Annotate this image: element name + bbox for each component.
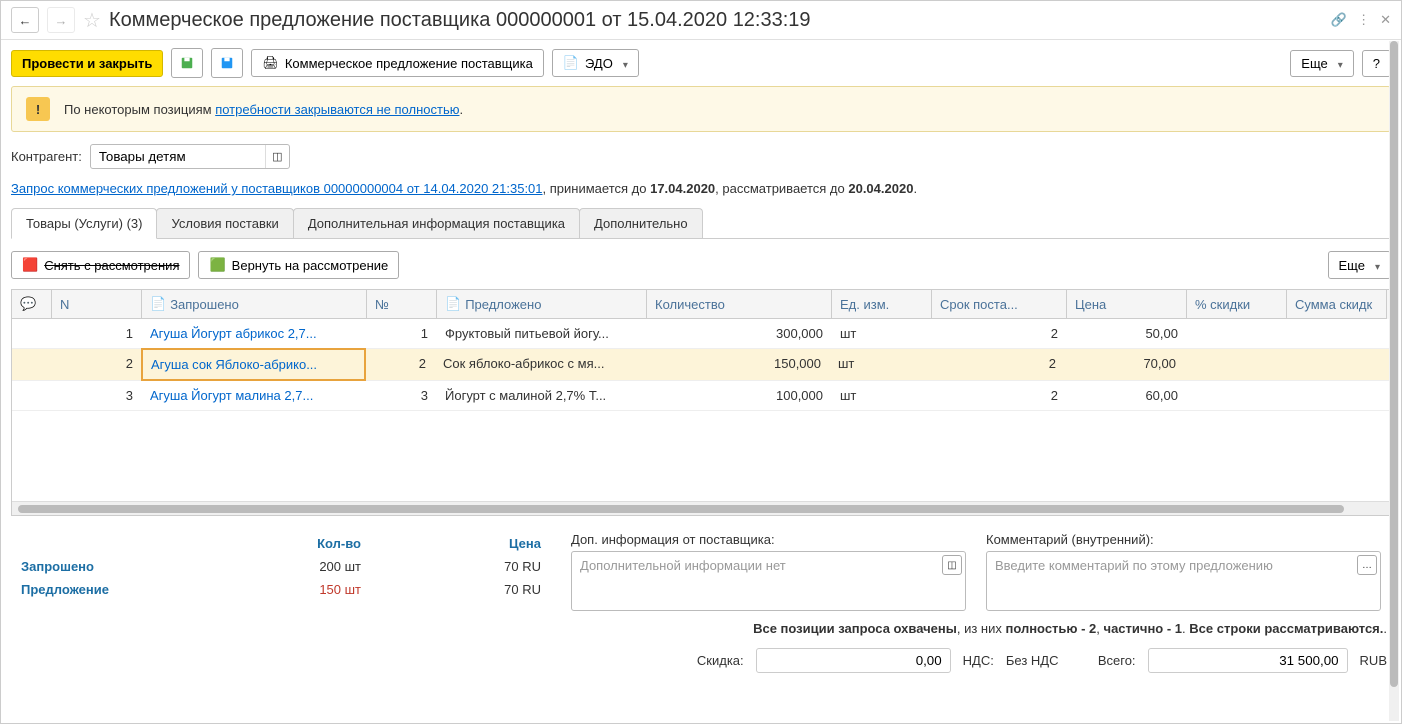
- nav-back-button[interactable]: ←: [11, 7, 39, 33]
- summary-requested-price: 70 RU: [371, 555, 551, 578]
- doc-icon: 📄: [445, 296, 461, 312]
- open-reference-icon[interactable]: ◫: [265, 145, 289, 168]
- col-proposed[interactable]: 📄Предложено: [437, 290, 647, 319]
- chevron-down-icon: [619, 56, 628, 71]
- warning-suffix: .: [459, 102, 463, 117]
- restore-icon: 🟩: [209, 257, 225, 273]
- edo-label: ЭДО: [585, 56, 613, 71]
- warning-banner: ! По некоторым позициям потребности закр…: [11, 86, 1391, 132]
- chevron-down-icon: [1371, 258, 1380, 273]
- summary-proposed-qty: 150 шт: [191, 578, 371, 601]
- summary-proposed-label: Предложение: [21, 578, 191, 601]
- return-to-review-button[interactable]: 🟩 Вернуть на рассмотрение: [198, 251, 399, 279]
- edo-icon: 📄: [563, 55, 579, 71]
- expand-icon[interactable]: …: [1357, 555, 1377, 575]
- total-label: Всего:: [1098, 653, 1136, 668]
- post-button[interactable]: [211, 48, 243, 78]
- print-button[interactable]: 🖨 Коммерческое предложение поставщика: [251, 49, 543, 77]
- supplier-info-label: Доп. информация от поставщика:: [571, 532, 966, 547]
- doc-icon: 📄: [150, 296, 166, 312]
- discount-label: Скидка:: [697, 653, 744, 668]
- table-row[interactable]: 1 Агуша Йогурт абрикос 2,7... 1 Фруктовы…: [12, 319, 1390, 349]
- nav-forward-button[interactable]: →: [47, 7, 75, 33]
- review-until-date: 20.04.2020: [848, 181, 913, 196]
- col-n[interactable]: N: [52, 290, 142, 319]
- col-number[interactable]: №: [367, 290, 437, 319]
- remove-from-review-button[interactable]: 🟥 Снять с рассмотрения: [11, 251, 190, 279]
- summary-col-qty: Кол-во: [191, 532, 371, 555]
- edo-button[interactable]: 📄 ЭДО: [552, 49, 639, 77]
- discount-input[interactable]: [756, 648, 951, 673]
- footer-status-line: Все позиции запроса охвачены, из них пол…: [15, 621, 1387, 636]
- accept-until-date: 17.04.2020: [650, 181, 715, 196]
- comment-label: Комментарий (внутренний):: [986, 532, 1381, 547]
- currency-label: RUB: [1360, 653, 1387, 668]
- contragent-label: Контрагент:: [11, 149, 82, 164]
- vat-label: НДС:: [963, 653, 994, 668]
- open-dialog-icon[interactable]: ◫: [942, 555, 962, 575]
- link-icon[interactable]: 🔗: [1331, 12, 1347, 28]
- tab-supplier-info[interactable]: Дополнительная информация поставщика: [293, 208, 580, 238]
- vertical-scrollbar[interactable]: [1389, 41, 1399, 721]
- post-and-close-button[interactable]: Провести и закрыть: [11, 50, 163, 77]
- chevron-down-icon: [1334, 56, 1343, 71]
- summary-requested-qty: 200 шт: [191, 555, 371, 578]
- goods-table: 💬 N 📄Запрошено № 📄Предложено Количество …: [11, 289, 1391, 516]
- warning-link[interactable]: потребности закрываются не полностью: [215, 102, 459, 117]
- tab-goods[interactable]: Товары (Услуги) (3): [11, 208, 157, 239]
- window-title: Коммерческое предложение поставщика 0000…: [109, 9, 1323, 32]
- summary-col-price: Цена: [371, 532, 551, 555]
- table-more-button[interactable]: Еще: [1328, 251, 1391, 279]
- col-discount-pct[interactable]: % скидки: [1187, 290, 1287, 319]
- supplier-info-textarea[interactable]: Дополнительной информации нет: [571, 551, 966, 611]
- comment-textarea[interactable]: Введите комментарий по этому предложению: [986, 551, 1381, 611]
- printer-icon: 🖨: [262, 55, 279, 71]
- more-button[interactable]: Еще: [1290, 50, 1353, 77]
- print-label: Коммерческое предложение поставщика: [285, 56, 533, 71]
- col-delivery-term[interactable]: Срок поста...: [932, 290, 1067, 319]
- warning-icon: !: [26, 97, 50, 121]
- vat-value: Без НДС: [1006, 653, 1086, 668]
- warning-prefix: По некоторым позициям: [64, 102, 215, 117]
- contragent-input[interactable]: [90, 144, 290, 169]
- col-requested[interactable]: 📄Запрошено: [142, 290, 367, 319]
- col-quantity[interactable]: Количество: [647, 290, 832, 319]
- col-discount-sum[interactable]: Сумма скидк: [1287, 290, 1387, 319]
- requested-link[interactable]: Агуша Йогурт малина 2,7...: [150, 388, 313, 403]
- table-row[interactable]: 3 Агуша Йогурт малина 2,7... 3 Йогурт с …: [12, 381, 1390, 411]
- tab-delivery-terms[interactable]: Условия поставки: [156, 208, 293, 238]
- requested-link[interactable]: Агуша сок Яблоко-абрико...: [151, 357, 317, 372]
- save-button[interactable]: [171, 48, 203, 78]
- col-unit[interactable]: Ед. изм.: [832, 290, 932, 319]
- requested-link[interactable]: Агуша Йогурт абрикос 2,7...: [150, 326, 317, 341]
- close-icon[interactable]: ✕: [1380, 12, 1391, 28]
- favorite-star-icon[interactable]: ☆: [83, 8, 101, 33]
- col-checkbox[interactable]: 💬: [12, 290, 52, 319]
- tab-additional[interactable]: Дополнительно: [579, 208, 703, 238]
- request-link[interactable]: Запрос коммерческих предложений у постав…: [11, 181, 543, 196]
- horizontal-scrollbar[interactable]: [12, 501, 1390, 515]
- summary-proposed-price: 70 RU: [371, 578, 551, 601]
- menu-dots-icon[interactable]: ⋮: [1357, 12, 1370, 28]
- remove-icon: 🟥: [22, 257, 38, 273]
- total-input[interactable]: [1148, 648, 1348, 673]
- help-button[interactable]: ?: [1362, 50, 1391, 77]
- summary-requested-label: Запрошено: [21, 555, 191, 578]
- table-row[interactable]: 2 Агуша сок Яблоко-абрико... 2 Сок яблок…: [12, 349, 1390, 381]
- summary-table: Кол-во Цена Запрошено 200 шт 70 RU Предл…: [21, 532, 551, 601]
- col-price[interactable]: Цена: [1067, 290, 1187, 319]
